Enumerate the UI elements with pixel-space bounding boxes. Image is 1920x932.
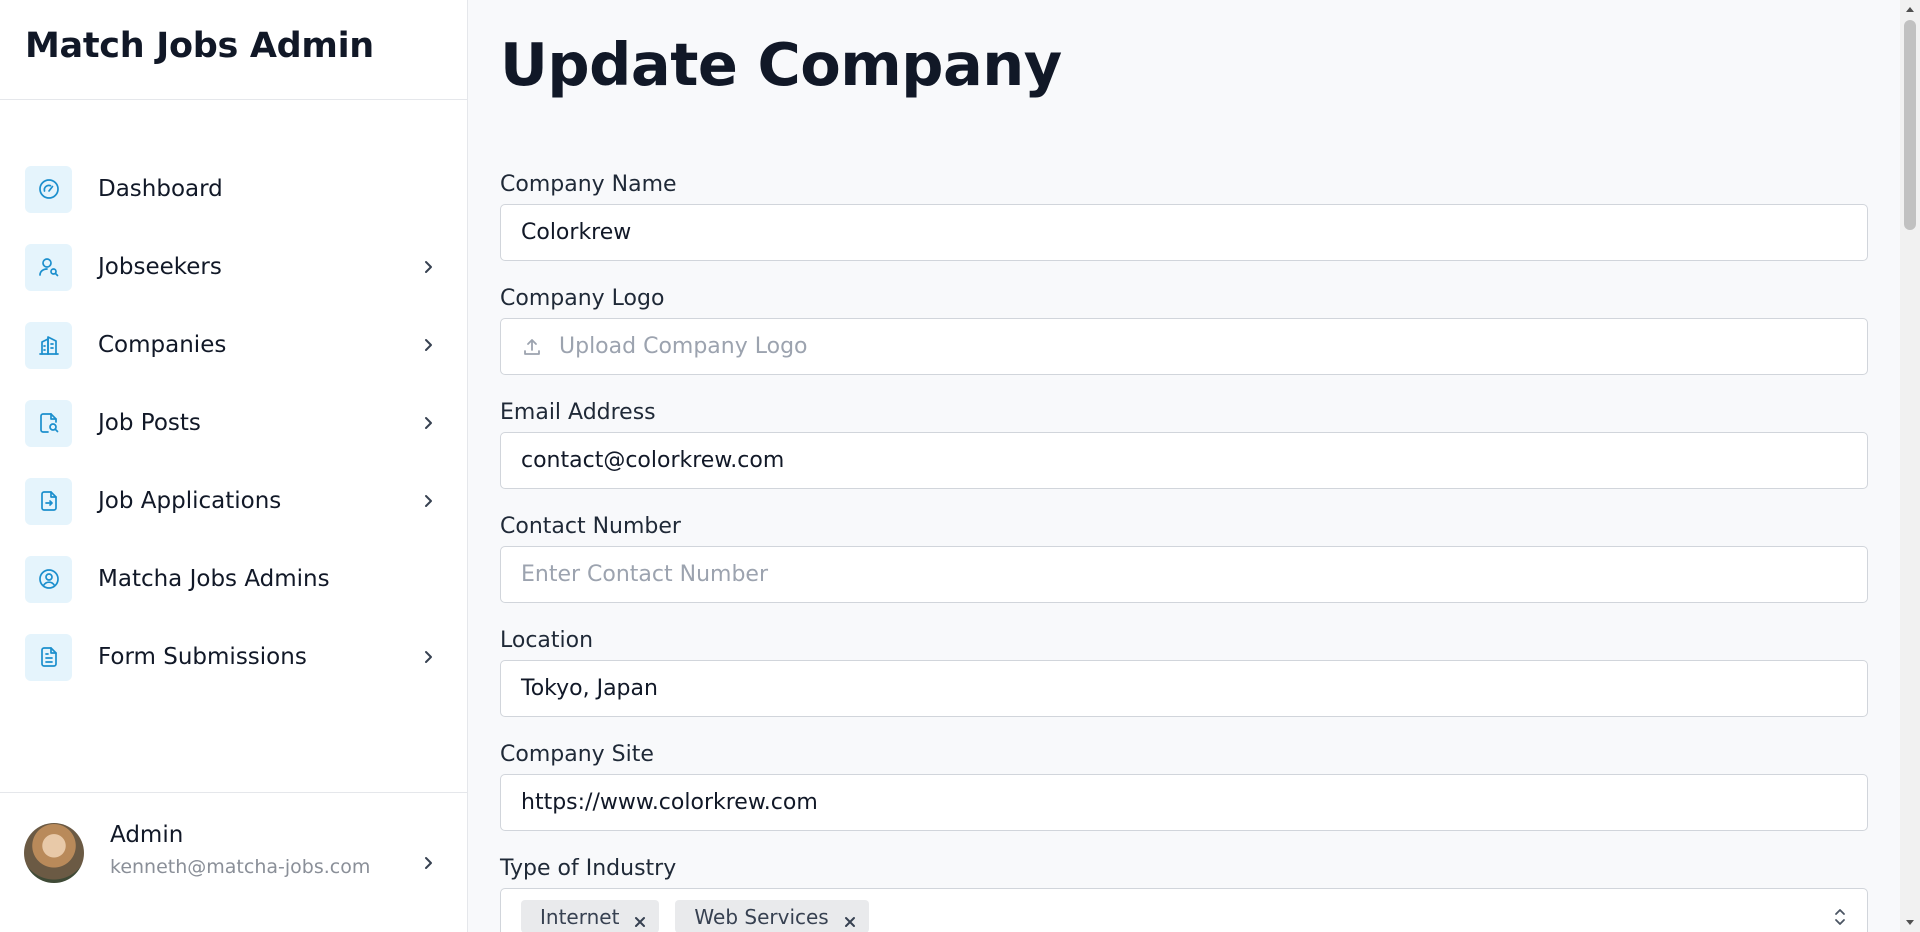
scrollbar[interactable] <box>1900 0 1920 932</box>
industry-tag: Internet <box>521 900 660 932</box>
contact-number-label: Contact Number <box>500 514 681 539</box>
gauge-icon <box>25 165 72 213</box>
company-name-field: Company Name Colorkrew <box>500 170 1868 261</box>
industry-tag: Web Services <box>675 900 869 932</box>
email-input[interactable]: contact@colorkrew.com <box>500 432 1868 489</box>
user-search-icon <box>25 243 72 291</box>
sidebar-item-label: Matcha Jobs Admins <box>98 566 330 592</box>
building-icon <box>25 321 72 369</box>
sidebar-item-form-submissions[interactable]: Form Submissions <box>0 618 467 696</box>
chevron-right-icon <box>419 258 437 276</box>
scroll-down-icon[interactable] <box>1905 919 1915 927</box>
location-label: Location <box>500 628 594 653</box>
chevron-right-icon <box>419 648 437 666</box>
company-site-label: Company Site <box>500 742 654 767</box>
sidebar-item-matcha-jobs-admins[interactable]: Matcha Jobs Admins <box>0 540 467 618</box>
industry-tag-label: Web Services <box>694 904 829 929</box>
remove-tag-icon[interactable] <box>843 910 857 927</box>
app-title: Match Jobs Admin <box>0 0 467 100</box>
industry-label: Type of Industry <box>500 856 677 881</box>
industry-tag-label: Internet <box>540 904 620 929</box>
chevron-right-icon <box>419 336 437 354</box>
page-title: Update Company <box>500 30 1062 99</box>
document-icon <box>25 633 72 681</box>
sidebar-item-job-applications[interactable]: Job Applications <box>0 462 467 540</box>
location-input[interactable]: Tokyo, Japan <box>500 660 1868 717</box>
user-name: Admin <box>110 822 184 848</box>
sidebar: Match Jobs Admin Dashboard Jobseekers Co… <box>0 0 468 932</box>
company-logo-label: Company Logo <box>500 286 665 311</box>
upload-icon <box>521 336 543 358</box>
file-search-icon <box>25 399 72 447</box>
main-content: Update Company Company Name Colorkrew Co… <box>500 0 1868 932</box>
sidebar-item-label: Jobseekers <box>98 254 222 280</box>
contact-number-input[interactable]: Enter Contact Number <box>500 546 1868 603</box>
location-field: Location Tokyo, Japan <box>500 626 1868 717</box>
company-name-input[interactable]: Colorkrew <box>500 204 1868 261</box>
company-logo-upload[interactable]: Upload Company Logo <box>500 318 1868 375</box>
sidebar-item-label: Companies <box>98 332 227 358</box>
remove-tag-icon[interactable] <box>633 910 647 927</box>
email-label: Email Address <box>500 400 656 425</box>
chevron-right-icon <box>419 854 437 872</box>
industry-field: Type of Industry Internet Web Services <box>500 854 1868 932</box>
industry-multiselect[interactable]: Internet Web Services <box>500 888 1868 932</box>
sidebar-item-label: Form Submissions <box>98 644 307 670</box>
company-logo-placeholder: Upload Company Logo <box>559 334 808 359</box>
sidebar-item-label: Dashboard <box>98 176 223 202</box>
sidebar-item-label: Job Posts <box>98 410 201 436</box>
file-arrow-icon <box>25 477 72 525</box>
scroll-up-icon[interactable] <box>1905 5 1915 13</box>
sidebar-item-jobseekers[interactable]: Jobseekers <box>0 228 467 306</box>
company-logo-field: Company Logo Upload Company Logo <box>500 284 1868 375</box>
avatar <box>24 823 84 883</box>
user-menu[interactable]: Admin kenneth@matcha-jobs.com <box>0 792 467 932</box>
sidebar-item-dashboard[interactable]: Dashboard <box>0 150 467 228</box>
chevron-right-icon <box>419 414 437 432</box>
company-site-field: Company Site https://www.colorkrew.com <box>500 740 1868 831</box>
scrollbar-thumb[interactable] <box>1904 20 1916 230</box>
user-email: kenneth@matcha-jobs.com <box>110 856 371 878</box>
company-site-input[interactable]: https://www.colorkrew.com <box>500 774 1868 831</box>
user-circle-icon <box>25 555 72 603</box>
sidebar-item-job-posts[interactable]: Job Posts <box>0 384 467 462</box>
sidebar-nav: Dashboard Jobseekers Companies Job Posts <box>0 100 467 696</box>
select-arrows-icon[interactable] <box>1833 907 1847 927</box>
contact-number-field: Contact Number Enter Contact Number <box>500 512 1868 603</box>
email-field: Email Address contact@colorkrew.com <box>500 398 1868 489</box>
sidebar-item-companies[interactable]: Companies <box>0 306 467 384</box>
company-name-label: Company Name <box>500 172 677 197</box>
chevron-right-icon <box>419 492 437 510</box>
sidebar-item-label: Job Applications <box>98 488 282 514</box>
